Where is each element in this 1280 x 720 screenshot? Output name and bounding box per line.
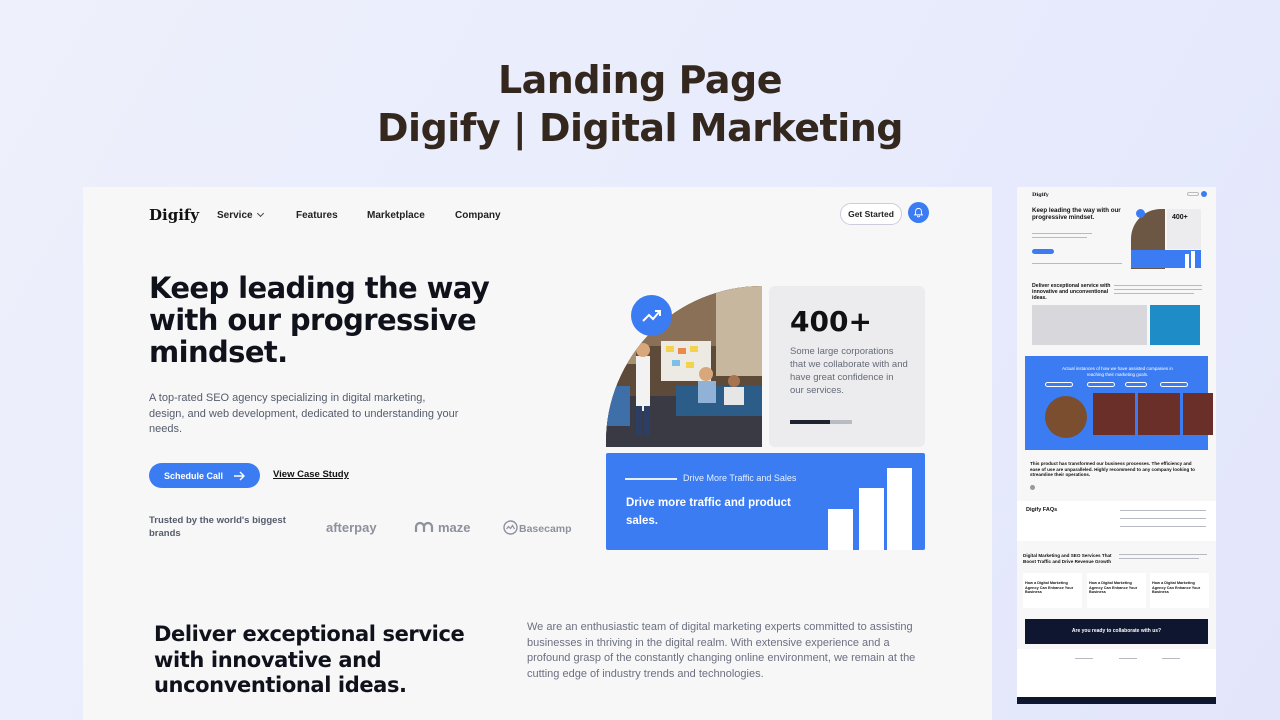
maze-mark-icon [414, 521, 434, 532]
traffic-card: Drive More Traffic and Sales Drive more … [606, 453, 925, 550]
nav-company[interactable]: Company [455, 210, 501, 221]
view-case-study-link[interactable]: View Case Study [273, 469, 349, 480]
traffic-title: Drive more traffic and product sales. [626, 497, 791, 527]
thumb-cta-banner: Are you ready to collaborate with us? [1025, 619, 1208, 644]
thumb-testimonial-heading: Actual instances of how we have assisted… [1062, 366, 1173, 377]
nav-service[interactable]: Service [217, 209, 264, 221]
section-text: We are an enthusiastic team of digital m… [527, 621, 916, 680]
hero-headline: Keep leading the way with our progressiv… [149, 271, 490, 369]
full-page-thumbnail: Digify Keep leading the way with our pro… [1017, 187, 1216, 704]
thumb-blog-card: How a Digital Marketing Agency Can Enhan… [1025, 581, 1074, 595]
basecamp-mark-icon [503, 520, 518, 535]
thumb-cta-text: Are you ready to collaborate with us? [1071, 628, 1162, 634]
thumb-blog-card: How a Digital Marketing Agency Can Enhan… [1152, 581, 1201, 595]
chevron-down-icon [256, 209, 264, 218]
page-heading-line1: Landing Page [497, 58, 783, 102]
logo[interactable]: Digify [149, 206, 199, 224]
schedule-call-label: Schedule Call [163, 470, 224, 481]
stat-card: 400+ Some large corporations that we col… [769, 286, 925, 447]
thumb-stat: 400+ [1172, 214, 1188, 221]
thumb-deliver: Deliver exceptional service with innovat… [1032, 283, 1111, 301]
thumb-hero: Keep leading the way with our progressiv… [1032, 207, 1121, 221]
thumb-logo: Digify [1032, 192, 1049, 198]
hero-description: A top-rated SEO agency specializing in d… [149, 392, 459, 435]
thumb-services: Digital Marketing and SEO Services That … [1023, 553, 1112, 564]
arrow-right-icon [234, 471, 246, 480]
basecamp-logo: Basecamp [503, 520, 572, 535]
stat-text: Some large corporations that we collabor… [790, 346, 908, 396]
maze-logo: maze [414, 520, 471, 535]
thumb-bell-icon [1201, 191, 1207, 197]
thumb-blog-card: How a Digital Marketing Agency Can Enhan… [1089, 581, 1138, 595]
traffic-label: Drive More Traffic and Sales [683, 473, 797, 483]
page-heading-line2: Digify | Digital Marketing [377, 106, 903, 150]
nav-service-label: Service [217, 210, 253, 221]
thumb-cta-button [1032, 249, 1054, 254]
section-headline: Deliver exceptional service with innovat… [154, 622, 465, 697]
thumb-quote: This product has transformed our busines… [1030, 461, 1195, 478]
basecamp-label: Basecamp [519, 523, 572, 535]
landing-preview: Digify Service Features Marketplace Comp… [83, 187, 992, 720]
trending-up-icon [631, 295, 672, 336]
divider-line [625, 478, 677, 480]
nav-marketplace[interactable]: Marketplace [367, 210, 425, 221]
trusted-text: Trusted by the world's biggest brands [149, 515, 286, 539]
thumb-testimonials: Actual instances of how we have assisted… [1025, 356, 1213, 450]
schedule-call-button[interactable]: Schedule Call [149, 463, 260, 488]
get-started-button[interactable]: Get Started [840, 203, 902, 225]
growth-bar [859, 488, 884, 550]
nav-features[interactable]: Features [296, 210, 338, 221]
bell-icon[interactable] [908, 202, 929, 223]
team-meeting-photo [606, 286, 762, 447]
stat-number: 400+ [790, 305, 872, 338]
maze-label: maze [438, 520, 471, 535]
afterpay-logo: afterpay [326, 520, 377, 535]
stat-progress [790, 420, 852, 424]
growth-bar [887, 468, 912, 550]
thumb-faq: Digify FAQs [1026, 507, 1058, 513]
thumb-get-started [1187, 192, 1199, 196]
growth-bar [828, 509, 853, 550]
